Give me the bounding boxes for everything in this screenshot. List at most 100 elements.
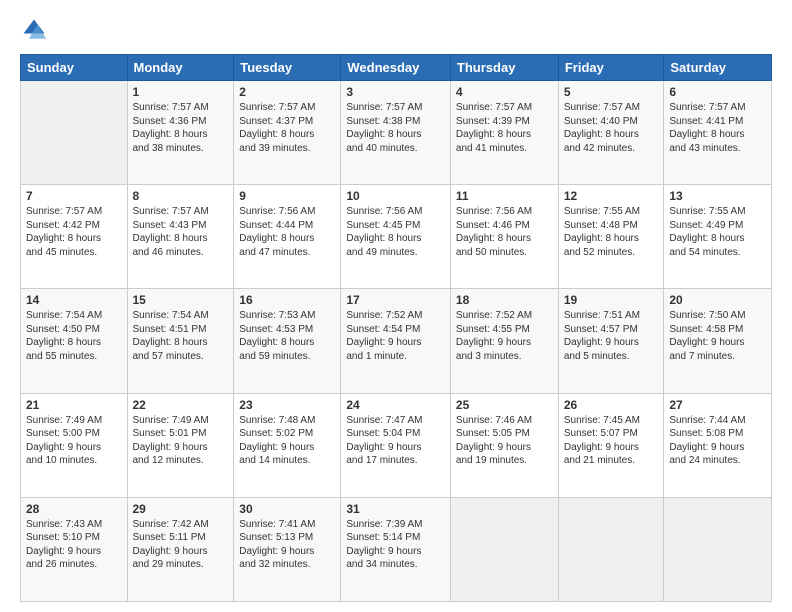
calendar-cell: 31 Sunrise: 7:39 AMSunset: 5:14 PMDayligh…	[341, 497, 451, 601]
day-number: 9	[239, 189, 335, 203]
calendar-body: 1 Sunrise: 7:57 AMSunset: 4:36 PMDaylight…	[21, 81, 772, 602]
day-number: 23	[239, 398, 335, 412]
calendar-cell	[21, 81, 128, 185]
day-content: Sunrise: 7:57 AMSunset: 4:41 PMDaylight:…	[669, 101, 766, 155]
day-content: Sunrise: 7:57 AMSunset: 4:39 PMDaylight:…	[456, 101, 553, 155]
calendar-table: SundayMondayTuesdayWednesdayThursdayFrid…	[20, 54, 772, 602]
calendar-cell: 28 Sunrise: 7:43 AMSunset: 5:10 PMDayligh…	[21, 497, 128, 601]
calendar-week-5: 28 Sunrise: 7:43 AMSunset: 5:10 PMDayligh…	[21, 497, 772, 601]
day-content: Sunrise: 7:50 AMSunset: 4:58 PMDaylight:…	[669, 309, 766, 363]
weekday-header-thursday: Thursday	[450, 55, 558, 81]
day-number: 24	[346, 398, 445, 412]
calendar-cell: 15 Sunrise: 7:54 AMSunset: 4:51 PMDayligh…	[127, 289, 234, 393]
calendar-cell: 8Sunrise: 7:57 AMSunset: 4:43 PMDaylight…	[127, 185, 234, 289]
day-content: Sunrise: 7:54 AMSunset: 4:50 PMDaylight:…	[26, 309, 122, 363]
day-number: 2	[239, 85, 335, 99]
day-content: Sunrise: 7:44 AMSunset: 5:08 PMDaylight:…	[669, 414, 766, 468]
calendar-cell: 25 Sunrise: 7:46 AMSunset: 5:05 PMDayligh…	[450, 393, 558, 497]
weekday-header-wednesday: Wednesday	[341, 55, 451, 81]
day-content: Sunrise: 7:45 AMSunset: 5:07 PMDaylight:…	[564, 414, 659, 468]
day-number: 22	[133, 398, 229, 412]
day-content: Sunrise: 7:56 AMSunset: 4:44 PMDaylight:…	[239, 205, 335, 259]
day-number: 1	[133, 85, 229, 99]
day-content: Sunrise: 7:53 AMSunset: 4:53 PMDaylight:…	[239, 309, 335, 363]
day-number: 28	[26, 502, 122, 516]
day-content: Sunrise: 7:48 AMSunset: 5:02 PMDaylight:…	[239, 414, 335, 468]
day-content: Sunrise: 7:55 AMSunset: 4:49 PMDaylight:…	[669, 205, 766, 259]
day-content: Sunrise: 7:57 AMSunset: 4:37 PMDaylight:…	[239, 101, 335, 155]
day-content: Sunrise: 7:49 AMSunset: 5:00 PMDaylight:…	[26, 414, 122, 468]
calendar-cell	[450, 497, 558, 601]
calendar-cell	[558, 497, 664, 601]
day-content: Sunrise: 7:42 AMSunset: 5:11 PMDaylight:…	[133, 518, 229, 572]
calendar-cell: 9 Sunrise: 7:56 AMSunset: 4:44 PMDaylight…	[234, 185, 341, 289]
day-number: 17	[346, 293, 445, 307]
day-content: Sunrise: 7:54 AMSunset: 4:51 PMDaylight:…	[133, 309, 229, 363]
day-content: Sunrise: 7:52 AMSunset: 4:55 PMDaylight:…	[456, 309, 553, 363]
calendar-cell: 16 Sunrise: 7:53 AMSunset: 4:53 PMDayligh…	[234, 289, 341, 393]
calendar-cell: 19 Sunrise: 7:51 AMSunset: 4:57 PMDayligh…	[558, 289, 664, 393]
day-number: 10	[346, 189, 445, 203]
day-number: 30	[239, 502, 335, 516]
day-number: 31	[346, 502, 445, 516]
day-number: 26	[564, 398, 659, 412]
calendar-cell: 12 Sunrise: 7:55 AMSunset: 4:48 PMDayligh…	[558, 185, 664, 289]
day-number: 25	[456, 398, 553, 412]
weekday-header-friday: Friday	[558, 55, 664, 81]
calendar-cell: 27Sunrise: 7:44 AMSunset: 5:08 PMDayligh…	[664, 393, 772, 497]
day-content: Sunrise: 7:39 AMSunset: 5:14 PMDaylight:…	[346, 518, 445, 572]
calendar-week-1: 1 Sunrise: 7:57 AMSunset: 4:36 PMDaylight…	[21, 81, 772, 185]
weekday-header-monday: Monday	[127, 55, 234, 81]
day-number: 14	[26, 293, 122, 307]
day-number: 19	[564, 293, 659, 307]
day-content: Sunrise: 7:57 AMSunset: 4:42 PMDaylight:…	[26, 205, 122, 259]
day-content: Sunrise: 7:46 AMSunset: 5:05 PMDaylight:…	[456, 414, 553, 468]
calendar-cell: 30 Sunrise: 7:41 AMSunset: 5:13 PMDayligh…	[234, 497, 341, 601]
day-number: 8	[133, 189, 229, 203]
day-number: 12	[564, 189, 659, 203]
day-number: 3	[346, 85, 445, 99]
calendar-cell: 18Sunrise: 7:52 AMSunset: 4:55 PMDayligh…	[450, 289, 558, 393]
day-content: Sunrise: 7:41 AMSunset: 5:13 PMDaylight:…	[239, 518, 335, 572]
calendar-cell: 22 Sunrise: 7:49 AMSunset: 5:01 PMDayligh…	[127, 393, 234, 497]
calendar-cell: 21 Sunrise: 7:49 AMSunset: 5:00 PMDayligh…	[21, 393, 128, 497]
day-content: Sunrise: 7:56 AMSunset: 4:46 PMDaylight:…	[456, 205, 553, 259]
weekday-header-tuesday: Tuesday	[234, 55, 341, 81]
calendar-week-4: 21 Sunrise: 7:49 AMSunset: 5:00 PMDayligh…	[21, 393, 772, 497]
day-content: Sunrise: 7:57 AMSunset: 4:36 PMDaylight:…	[133, 101, 229, 155]
calendar-cell: 3Sunrise: 7:57 AMSunset: 4:38 PMDaylight…	[341, 81, 451, 185]
header	[20, 16, 772, 44]
day-content: Sunrise: 7:55 AMSunset: 4:48 PMDaylight:…	[564, 205, 659, 259]
calendar-cell: 20 Sunrise: 7:50 AMSunset: 4:58 PMDayligh…	[664, 289, 772, 393]
day-number: 21	[26, 398, 122, 412]
calendar-cell: 2 Sunrise: 7:57 AMSunset: 4:37 PMDaylight…	[234, 81, 341, 185]
day-content: Sunrise: 7:51 AMSunset: 4:57 PMDaylight:…	[564, 309, 659, 363]
day-content: Sunrise: 7:43 AMSunset: 5:10 PMDaylight:…	[26, 518, 122, 572]
day-content: Sunrise: 7:49 AMSunset: 5:01 PMDaylight:…	[133, 414, 229, 468]
calendar-cell: 11Sunrise: 7:56 AMSunset: 4:46 PMDayligh…	[450, 185, 558, 289]
day-number: 4	[456, 85, 553, 99]
calendar-cell: 5Sunrise: 7:57 AMSunset: 4:40 PMDaylight…	[558, 81, 664, 185]
day-number: 13	[669, 189, 766, 203]
day-number: 29	[133, 502, 229, 516]
calendar-cell: 14 Sunrise: 7:54 AMSunset: 4:50 PMDayligh…	[21, 289, 128, 393]
calendar-cell: 24 Sunrise: 7:47 AMSunset: 5:04 PMDayligh…	[341, 393, 451, 497]
calendar-week-3: 14 Sunrise: 7:54 AMSunset: 4:50 PMDayligh…	[21, 289, 772, 393]
calendar-cell: 23 Sunrise: 7:48 AMSunset: 5:02 PMDayligh…	[234, 393, 341, 497]
page: SundayMondayTuesdayWednesdayThursdayFrid…	[0, 0, 792, 612]
logo	[20, 16, 52, 44]
calendar-cell: 7Sunrise: 7:57 AMSunset: 4:42 PMDaylight…	[21, 185, 128, 289]
calendar-cell: 6Sunrise: 7:57 AMSunset: 4:41 PMDaylight…	[664, 81, 772, 185]
calendar-cell: 26 Sunrise: 7:45 AMSunset: 5:07 PMDayligh…	[558, 393, 664, 497]
calendar-header: SundayMondayTuesdayWednesdayThursdayFrid…	[21, 55, 772, 81]
day-content: Sunrise: 7:57 AMSunset: 4:40 PMDaylight:…	[564, 101, 659, 155]
day-number: 16	[239, 293, 335, 307]
calendar-cell: 29 Sunrise: 7:42 AMSunset: 5:11 PMDayligh…	[127, 497, 234, 601]
calendar-cell: 4 Sunrise: 7:57 AMSunset: 4:39 PMDaylight…	[450, 81, 558, 185]
calendar-cell	[664, 497, 772, 601]
day-number: 20	[669, 293, 766, 307]
day-content: Sunrise: 7:56 AMSunset: 4:45 PMDaylight:…	[346, 205, 445, 259]
weekday-header-saturday: Saturday	[664, 55, 772, 81]
day-content: Sunrise: 7:47 AMSunset: 5:04 PMDaylight:…	[346, 414, 445, 468]
day-number: 15	[133, 293, 229, 307]
